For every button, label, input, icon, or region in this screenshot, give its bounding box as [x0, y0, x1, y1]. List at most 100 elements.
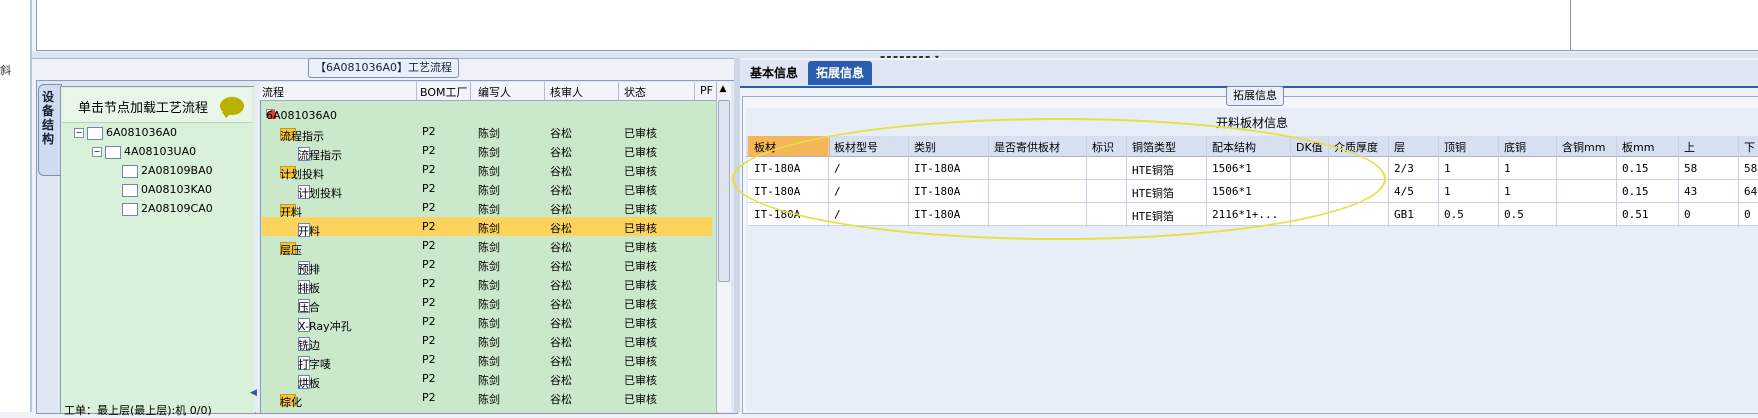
- material-cell[interactable]: 2/3: [1394, 162, 1414, 175]
- material-col-header[interactable]: 上: [1684, 139, 1695, 155]
- process-row[interactable]: −棕化P2陈剑谷松已审核: [262, 388, 712, 409]
- process-writer: 陈剑: [478, 260, 500, 273]
- process-checker: 谷松: [550, 336, 572, 349]
- material-cell[interactable]: 58: [1744, 162, 1757, 175]
- detail-tabs: [740, 60, 1758, 88]
- process-bom: P2: [422, 182, 436, 195]
- process-checker: 谷松: [550, 355, 572, 368]
- process-bom: P2: [422, 277, 436, 290]
- process-row[interactable]: −层压P2陈剑谷松已审核: [262, 236, 712, 257]
- process-checker: 谷松: [550, 222, 572, 235]
- tree-node-label: 2A08109BA0: [141, 164, 213, 177]
- node-box-icon: [87, 126, 103, 140]
- process-row[interactable]: X-Ray冲孔 P2 陈剑 谷松 已审核: [262, 312, 712, 333]
- process-row[interactable]: 预排 P2 陈剑 谷松 已审核: [262, 255, 712, 276]
- tab-extended-info[interactable]: 拓展信息: [808, 61, 873, 85]
- material-cell[interactable]: 0: [1744, 208, 1751, 221]
- process-bom: P2: [422, 334, 436, 347]
- process-row[interactable]: 打字唛 P2 陈剑 谷松 已审核: [262, 350, 712, 371]
- process-checker: 谷松: [550, 260, 572, 273]
- node-box-icon: [105, 145, 121, 159]
- tree-node-leaf[interactable]: 2A08109CA0: [122, 202, 213, 216]
- material-cell[interactable]: 0.15: [1622, 162, 1649, 175]
- material-cell[interactable]: 1: [1444, 162, 1451, 175]
- process-bom: P2: [422, 201, 436, 214]
- material-col-header[interactable]: 底铜: [1504, 139, 1526, 155]
- process-writer: 陈剑: [478, 317, 500, 330]
- process-status: 已审核: [624, 203, 657, 216]
- tree-node-label: 6A081036A0: [106, 126, 178, 139]
- material-cell[interactable]: 43: [1684, 185, 1697, 198]
- process-bom: P2: [422, 372, 436, 385]
- tree-node-label: 2A08109CA0: [141, 202, 213, 215]
- scroll-thumb[interactable]: [718, 100, 730, 282]
- process-status: 已审核: [624, 317, 657, 330]
- node-box-icon: [122, 164, 138, 178]
- tab-basic-info[interactable]: 基本信息: [742, 61, 806, 85]
- material-cell[interactable]: 64: [1744, 185, 1757, 198]
- material-col-divider: [1556, 136, 1557, 227]
- tree-node-leaf[interactable]: 2A08109BA0: [122, 164, 213, 178]
- collapse-icon[interactable]: −: [74, 128, 84, 138]
- highlight-ellipse: [732, 118, 1386, 240]
- process-row[interactable]: 铣边 P2 陈剑 谷松 已审核: [262, 331, 712, 352]
- material-cell[interactable]: 0.5: [1504, 208, 1524, 221]
- material-cell[interactable]: 0.15: [1622, 185, 1649, 198]
- col-header-checker[interactable]: 核审人: [550, 84, 583, 100]
- process-checker: 谷松: [550, 279, 572, 292]
- process-writer: 陈剑: [478, 127, 500, 140]
- material-cell[interactable]: 1: [1504, 162, 1511, 175]
- material-col-header[interactable]: 层: [1394, 139, 1405, 155]
- process-row[interactable]: 计划投料 P2 陈剑 谷松 已审核: [262, 179, 712, 200]
- process-writer: 陈剑: [478, 222, 500, 235]
- process-checker: 谷松: [550, 393, 572, 406]
- material-col-header[interactable]: 板mm: [1622, 139, 1654, 155]
- tree-node-child[interactable]: − 4A08103UA0: [92, 145, 196, 159]
- process-writer: 陈剑: [478, 165, 500, 178]
- material-cell[interactable]: 0: [1684, 208, 1691, 221]
- process-row[interactable]: 排板 P2 陈剑 谷松 已审核: [262, 274, 712, 295]
- material-cell[interactable]: 1: [1504, 185, 1511, 198]
- process-row[interactable]: −6A081036A0: [262, 103, 712, 122]
- collapse-arrow-icon[interactable]: ◀: [250, 388, 257, 398]
- col-header-flow[interactable]: 流程: [262, 84, 284, 100]
- top-right-area: [1570, 0, 1758, 51]
- col-header-bom[interactable]: BOM工厂: [420, 84, 468, 100]
- process-status: 已审核: [624, 374, 657, 387]
- process-name-text: 棕化: [280, 396, 302, 409]
- process-row[interactable]: −流程指示P2陈剑谷松已审核: [262, 122, 712, 143]
- process-checker: 谷松: [550, 203, 572, 216]
- process-row[interactable]: 压合 P2 陈剑 谷松 已审核: [262, 293, 712, 314]
- material-cell[interactable]: 1: [1444, 185, 1451, 198]
- process-writer: 陈剑: [478, 298, 500, 311]
- col-header-writer[interactable]: 编写人: [478, 84, 511, 100]
- tree-node-root[interactable]: − 6A081036A0: [74, 126, 177, 140]
- process-checker: 谷松: [550, 127, 572, 140]
- collapse-icon[interactable]: −: [92, 147, 102, 157]
- process-row[interactable]: −开料P2陈剑谷松已审核: [262, 198, 712, 219]
- process-row[interactable]: 开料 P2 陈剑 谷松 已审核: [262, 217, 712, 238]
- process-status: 已审核: [624, 393, 657, 406]
- process-status: 已审核: [624, 127, 657, 140]
- material-col-header[interactable]: 含铜mm: [1562, 139, 1605, 155]
- process-row[interactable]: −计划投料P2陈剑谷松已审核: [262, 160, 712, 181]
- process-bom: P2: [422, 296, 436, 309]
- process-row[interactable]: 流程指示 P2 陈剑 谷松 已审核: [262, 141, 712, 162]
- process-bom: P2: [422, 220, 436, 233]
- process-name-text: 6A081036A0: [266, 109, 338, 122]
- col-header-pf[interactable]: PF: [700, 84, 713, 97]
- process-writer: 陈剑: [478, 355, 500, 368]
- material-cell[interactable]: 0.51: [1622, 208, 1649, 221]
- process-row[interactable]: 烘板 P2 陈剑 谷松 已审核: [262, 369, 712, 390]
- material-cell[interactable]: 4/5: [1394, 185, 1414, 198]
- process-writer: 陈剑: [478, 393, 500, 406]
- material-cell[interactable]: 0.5: [1444, 208, 1464, 221]
- top-text-area[interactable]: [36, 0, 1572, 51]
- material-cell[interactable]: GB1: [1394, 208, 1414, 221]
- material-col-header[interactable]: 下: [1744, 139, 1755, 155]
- col-header-status[interactable]: 状态: [624, 84, 646, 100]
- material-cell[interactable]: 58: [1684, 162, 1697, 175]
- scroll-up-icon[interactable]: ▲: [716, 84, 730, 94]
- tree-node-leaf[interactable]: 0A08103KA0: [122, 183, 212, 197]
- material-col-header[interactable]: 顶铜: [1444, 139, 1466, 155]
